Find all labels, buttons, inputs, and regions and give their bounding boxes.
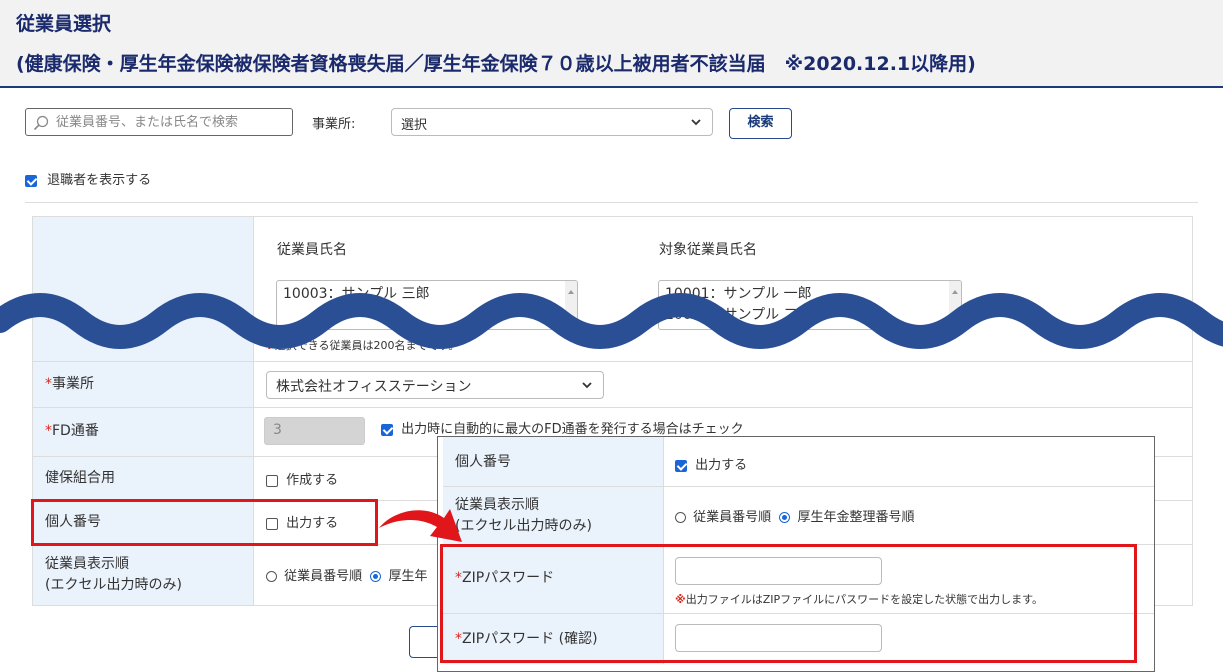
wave-break-icon: [0, 293, 1223, 349]
popup-mynumber-toggle[interactable]: 出力する: [675, 454, 747, 473]
office-filter-select[interactable]: 選択: [391, 108, 713, 136]
order-option2-label: 厚生年: [388, 569, 428, 584]
search-box[interactable]: [25, 108, 293, 136]
divider: [25, 202, 1198, 203]
popup-order-label-line1: 従業員表示順: [455, 497, 539, 513]
chevron-down-icon: [582, 382, 592, 389]
popup-mynumber-header: 個人番号: [443, 437, 664, 486]
popup-order-pension-number-radio[interactable]: [779, 512, 791, 523]
fd-header: *FD通番: [32, 408, 254, 456]
employee-name-header: 従業員氏名: [277, 242, 347, 258]
fd-number-input[interactable]: 3: [264, 417, 365, 445]
office-header: *事業所: [32, 362, 254, 407]
page-title: 従業員選択: [16, 13, 112, 35]
popup-order-radio-group: 従業員番号順 厚生年金整理番号順: [675, 506, 914, 525]
fd-auto-toggle[interactable]: 出力時に自動的に最大のFD通番を発行する場合はチェック: [381, 418, 744, 437]
page-subtitle: (健康保険・厚生年金保険被保険者資格喪失届／厚生年金保険７０歳以上被用者不該当届…: [16, 53, 976, 75]
required-mark: *: [45, 423, 52, 439]
office-filter-label: 事業所:: [312, 117, 356, 132]
order-label-line2: (エクセル出力時のみ): [45, 577, 182, 593]
kenpo-header: 健保組合用: [32, 457, 254, 500]
arrow-icon: [379, 509, 462, 542]
popup-order-header: 従業員表示順 (エクセル出力時のみ): [443, 487, 664, 544]
order-radio-group: 従業員番号順 厚生年: [266, 565, 427, 584]
popup-mynumber-row: 個人番号 出力する: [443, 437, 1154, 487]
kenpo-toggle[interactable]: 作成する: [266, 469, 338, 488]
show-retired-checkbox[interactable]: [25, 174, 37, 187]
order-employee-number-radio[interactable]: [266, 571, 277, 582]
zip-password-highlight-box: [440, 544, 1137, 663]
show-retired-toggle[interactable]: 退職者を表示する: [25, 169, 151, 188]
search-button[interactable]: 検索: [729, 108, 792, 139]
search-icon: [33, 115, 49, 131]
office-row: *事業所 株式会社オフィスステーション: [32, 362, 1193, 408]
fd-auto-checkbox[interactable]: [381, 423, 393, 436]
kenpo-checkbox[interactable]: [266, 474, 278, 487]
office-select[interactable]: 株式会社オフィスステーション: [266, 371, 604, 399]
office-filter-value: 選択: [401, 118, 428, 133]
office-label: 事業所: [52, 376, 94, 392]
popup-order-option2-label: 厚生年金整理番号順: [797, 510, 915, 525]
kenpo-option-label: 作成する: [286, 473, 339, 488]
popup-mynumber-option-label: 出力する: [695, 458, 748, 473]
order-label-line1: 従業員表示順: [45, 556, 129, 572]
fd-auto-label: 出力時に自動的に最大のFD通番を発行する場合はチェック: [401, 422, 744, 437]
popup-order-employee-number-radio[interactable]: [675, 512, 686, 523]
order-pension-number-radio[interactable]: [370, 571, 382, 582]
show-retired-label: 退職者を表示する: [47, 173, 152, 188]
target-employee-header: 対象従業員氏名: [659, 242, 757, 258]
office-value: 株式会社オフィスステーション: [276, 379, 472, 395]
popup-mynumber-checkbox[interactable]: [675, 459, 687, 472]
fd-label: FD通番: [52, 423, 99, 439]
chevron-down-icon: [691, 119, 701, 126]
required-mark: *: [45, 376, 52, 392]
order-header: 従業員表示順 (エクセル出力時のみ): [32, 545, 254, 605]
popup-order-row: 従業員表示順 (エクセル出力時のみ) 従業員番号順 厚生年金整理番号順: [443, 487, 1154, 545]
order-option1-label: 従業員番号順: [284, 569, 363, 584]
mynumber-highlight-box: [31, 499, 378, 546]
popup-order-option1-label: 従業員番号順: [693, 510, 772, 525]
page-header: 従業員選択 (健康保険・厚生年金保険被保険者資格喪失届／厚生年金保険７０歳以上被…: [0, 0, 1223, 88]
search-input[interactable]: [54, 111, 288, 133]
popup-order-label-line2: (エクセル出力時のみ): [455, 518, 592, 534]
